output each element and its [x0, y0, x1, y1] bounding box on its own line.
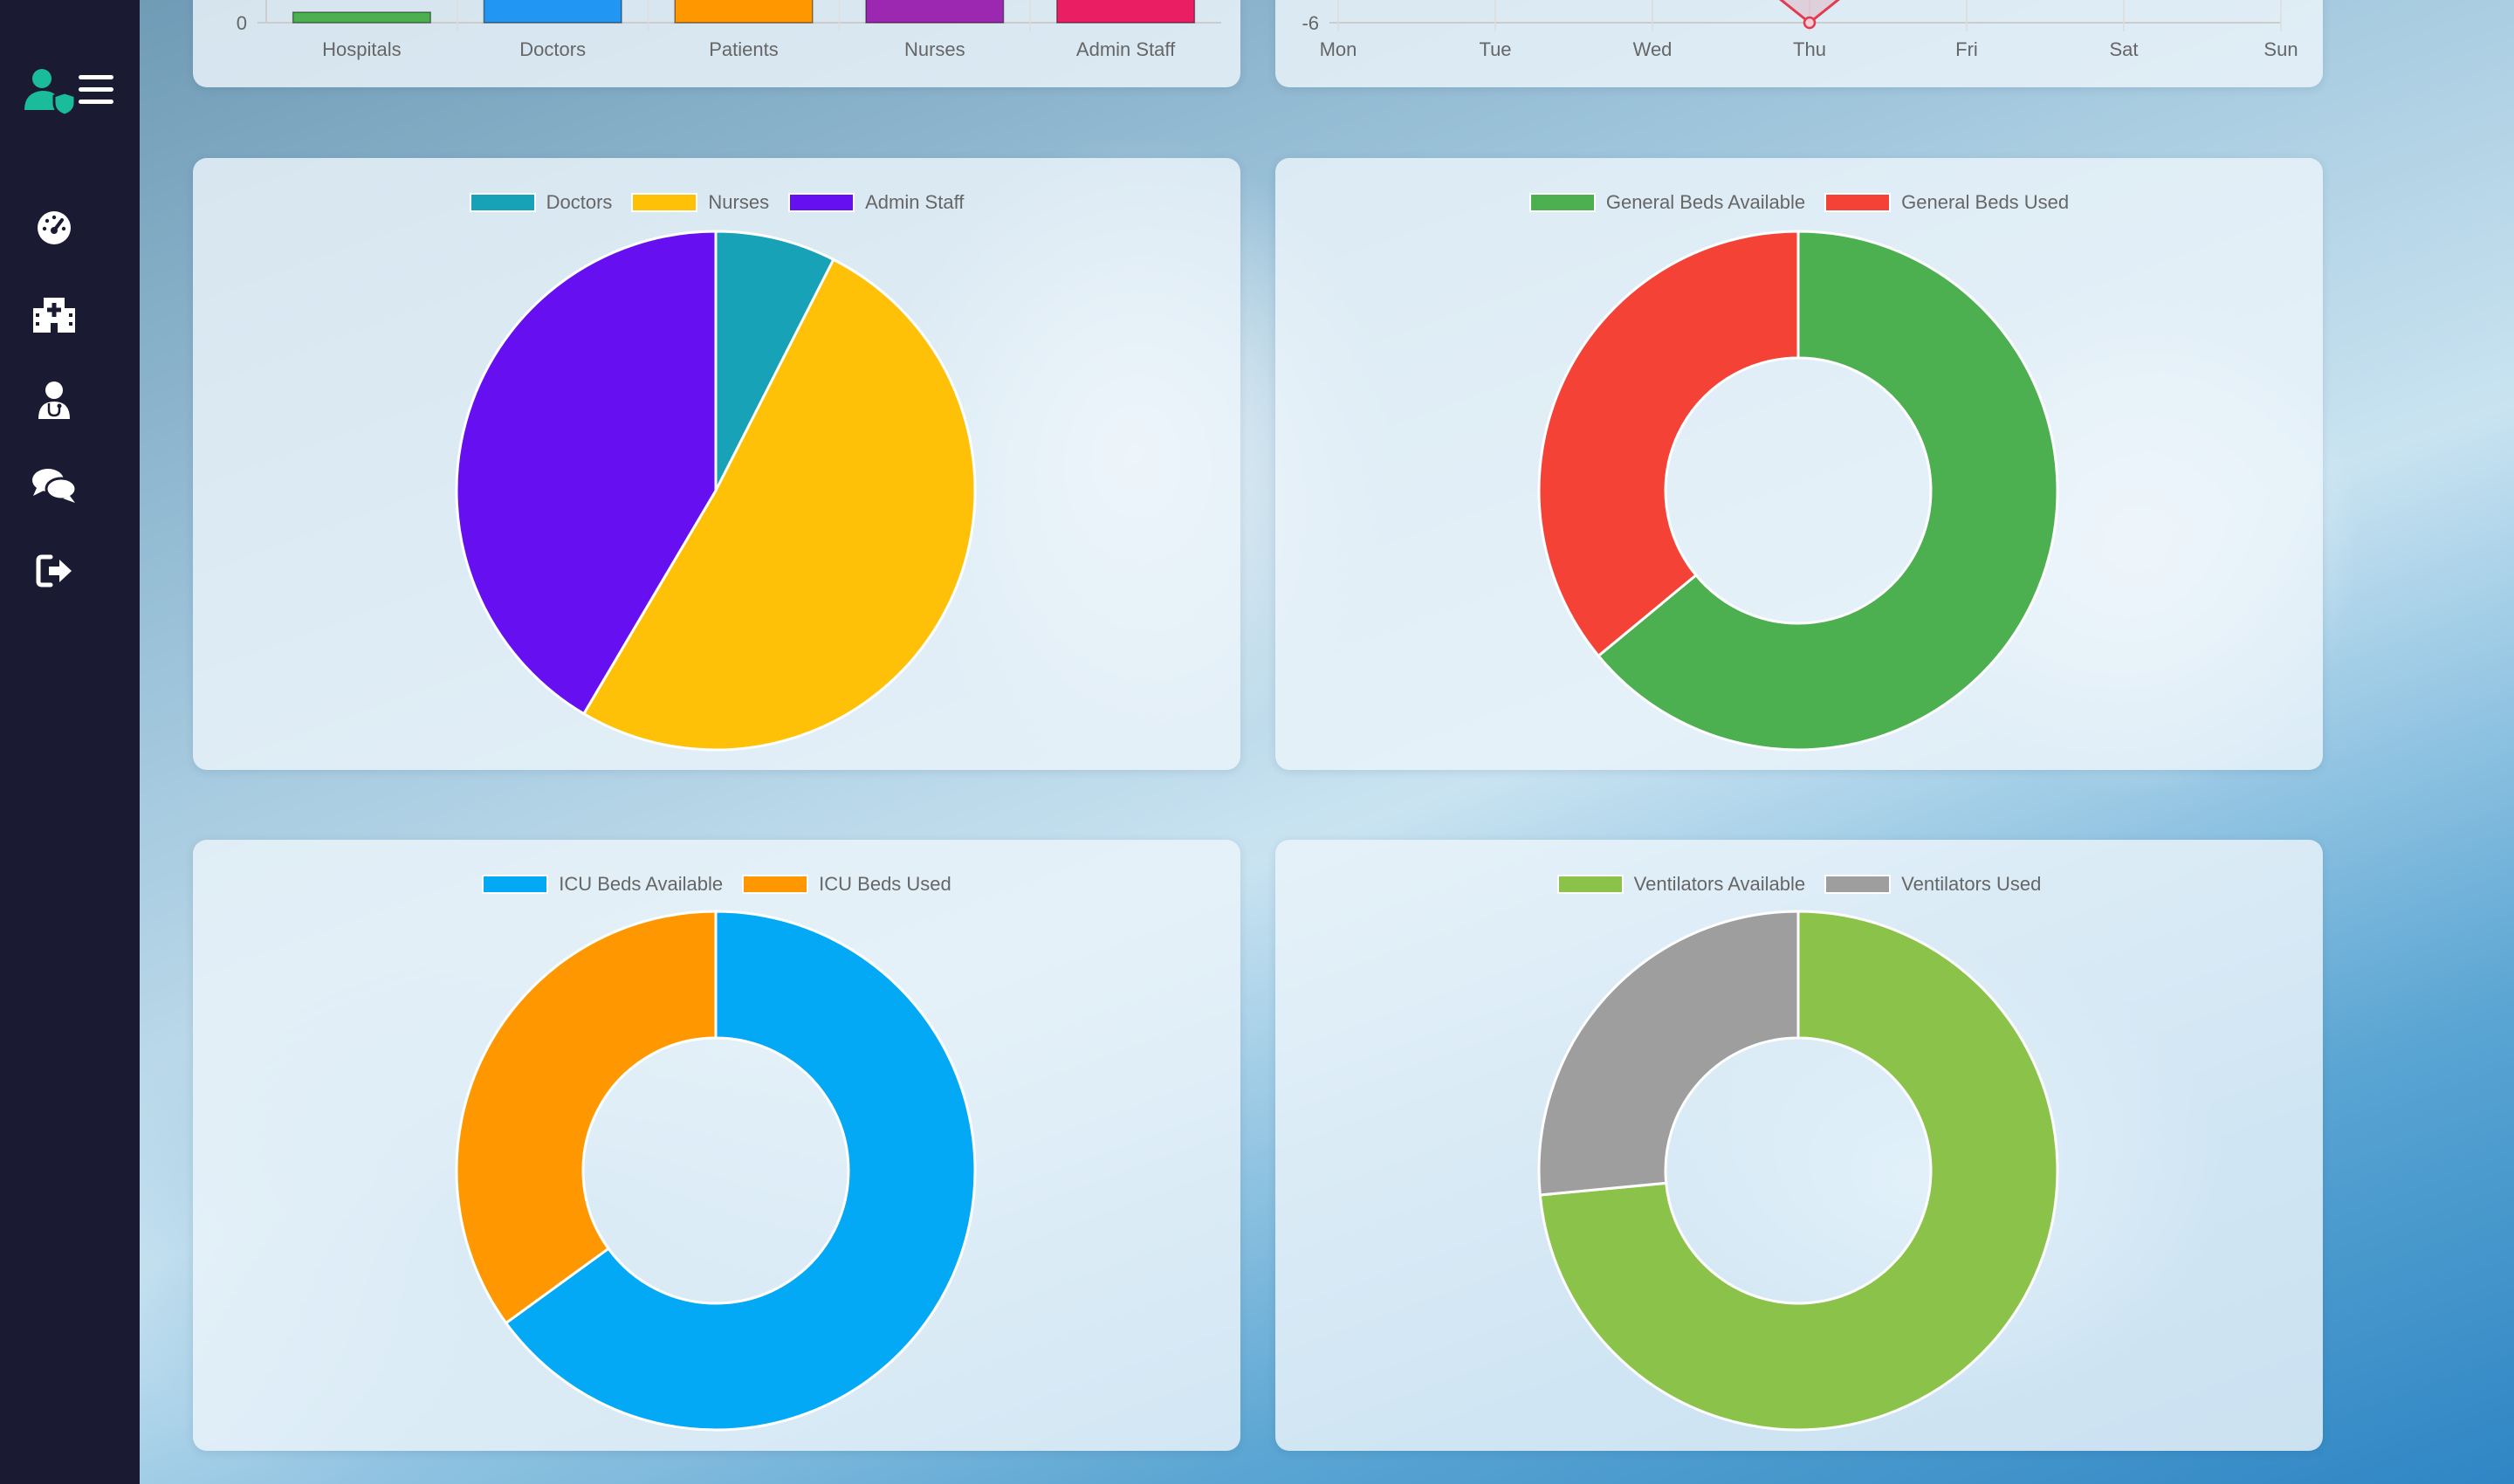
bar-chart-card: 0 Hospitals Doctors Patients Nurses Admin Sta… [193, 0, 1240, 87]
hospital-icon [33, 298, 75, 333]
sidebar-item-hospitals[interactable] [30, 290, 79, 339]
sidebar-item-logout[interactable] [30, 546, 79, 595]
staff-pie-chart [455, 230, 977, 752]
staff-pie-card: Doctors Nurses Admin Staff [193, 158, 1240, 770]
slice-icu-beds-used[interactable] [455, 910, 718, 1325]
line-y-tick-label: -6 [1302, 12, 1319, 34]
comments-icon [32, 469, 77, 503]
slice-general-beds-used[interactable] [1537, 230, 1800, 657]
sidebar-item-dashboard[interactable] [30, 203, 79, 252]
slice-ventilators-used[interactable] [1537, 910, 1800, 1197]
bar-patients [674, 0, 814, 24]
line-x-tick-label: Sun [2263, 38, 2298, 60]
sign-out-icon [36, 554, 72, 587]
bar-doctors [483, 0, 622, 24]
ventilators-card: Ventilators Available Ventilators Used [1275, 840, 2323, 1451]
speedometer-icon [38, 211, 71, 244]
bar-x-tick-label: Nurses [904, 38, 965, 60]
bar-x-tick-label: Doctors [519, 38, 586, 60]
general-beds-chart [1537, 230, 2059, 752]
bar-nurses [865, 0, 1005, 24]
user-doctor-icon [38, 381, 70, 419]
line-x-tick-label: Wed [1633, 38, 1673, 60]
sidebar-item-messages[interactable] [30, 461, 79, 510]
line-chart-card: -6 Mon Tue Wed Thu Fri Sat Sun [1275, 0, 2323, 87]
line-x-tick-label: Fri [1955, 38, 1978, 60]
line-x-tick-label: Tue [1479, 38, 1511, 60]
icu-beds-card: ICU Beds Available ICU Beds Used [193, 840, 1240, 1451]
bar-x-tick-label: Admin Staff [1076, 38, 1176, 60]
line-chart: -6Mon Tue Wed Thu Fri Sat Sun [1302, 0, 2298, 60]
sidebar [0, 0, 140, 1484]
line-point-thu[interactable] [1803, 16, 1817, 30]
ventilators-chart [1537, 910, 2059, 1432]
bar-hospitals [292, 11, 431, 24]
icu-beds-chart [455, 910, 977, 1432]
sidebar-item-doctors[interactable] [30, 375, 79, 424]
bar-y-tick-label: 0 [237, 12, 247, 34]
bar-chart: 0 Hospitals Doctors Patients Nurses Admin Sta… [237, 0, 1221, 60]
bar-admin-staff [1056, 0, 1196, 24]
menu-icon[interactable] [75, 72, 117, 108]
line-x-tick-label: Thu [1793, 38, 1826, 60]
brand-logo[interactable] [23, 66, 119, 117]
general-beds-card: General Beds Available General Beds Used [1275, 158, 2323, 770]
line-x-tick-label: Sat [2109, 38, 2138, 60]
line-x-tick-label: Mon [1320, 38, 1357, 60]
bar-x-tick-label: Hospitals [322, 38, 401, 60]
bar-x-tick-label: Patients [709, 38, 779, 60]
